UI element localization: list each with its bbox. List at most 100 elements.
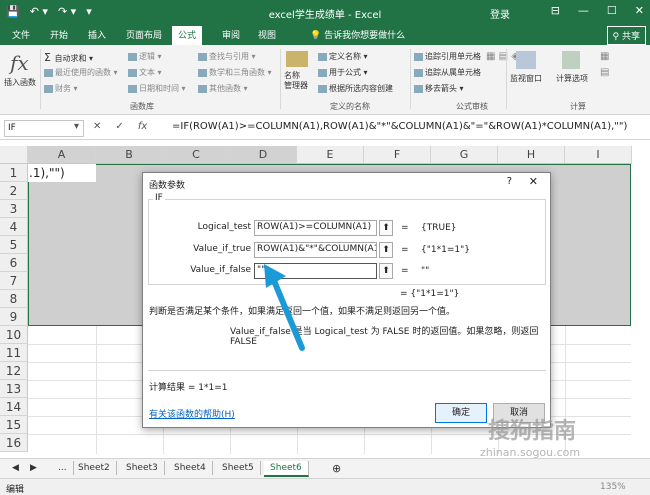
row-header[interactable]: 10	[0, 326, 28, 344]
next-sheet-icon[interactable]: ▶	[24, 461, 43, 475]
ok-button[interactable]: 确定	[435, 403, 487, 423]
more-icon	[198, 84, 207, 93]
zoom-level[interactable]: 135%	[600, 482, 626, 492]
row-header[interactable]: 14	[0, 398, 28, 416]
value-if-true-input[interactable]: ROW(A1)&"*"&COLUMN(A1)	[254, 242, 377, 258]
active-cell-a1[interactable]: .1),"")	[28, 164, 96, 182]
more-functions-button[interactable]: 其他函数 ▾	[198, 83, 248, 94]
watch-window-icon[interactable]	[516, 51, 536, 69]
arguments-group: IF Logical_test ROW(A1)>=COLUMN(A1) ⬆ = …	[148, 193, 546, 285]
row-header[interactable]: 8	[0, 290, 28, 308]
tab-file[interactable]: 文件	[12, 28, 30, 41]
row-header[interactable]: 6	[0, 254, 28, 272]
sheet-tab-sheet5[interactable]: Sheet5	[216, 461, 261, 475]
row-header[interactable]: 3	[0, 200, 28, 218]
calc-now-icon[interactable]: ▦	[600, 51, 609, 62]
window-buttons: ⊟ — ☐ ✕	[551, 4, 644, 17]
row-header[interactable]: 5	[0, 236, 28, 254]
insert-function-icon[interactable]: fx	[10, 51, 29, 75]
minimize-icon[interactable]: —	[578, 4, 589, 17]
help-icon[interactable]: ?	[507, 176, 512, 187]
equals-sign: =	[401, 266, 409, 276]
column-header[interactable]: C	[163, 146, 230, 164]
enter-icon[interactable]: ✓	[115, 121, 123, 132]
audit-extra-icons[interactable]: ▦ ▤ ◈	[486, 51, 519, 62]
collapse-dialog-icon[interactable]: ⬆	[379, 220, 393, 236]
watch-window-button[interactable]: 监视窗口	[510, 73, 542, 84]
logical-button[interactable]: 逻辑 ▾	[128, 51, 162, 62]
use-in-formula-button[interactable]: 用于公式 ▾	[318, 67, 368, 78]
row-header[interactable]: 9	[0, 308, 28, 326]
recent-functions-button[interactable]: 最近使用的函数 ▾	[44, 67, 118, 78]
formula-bar-icons: ▾ ✕ ✓ fx	[74, 121, 147, 132]
row-header[interactable]: 13	[0, 380, 28, 398]
column-header[interactable]: F	[364, 146, 431, 164]
sheet-tab-sheet2[interactable]: Sheet2	[72, 461, 117, 475]
logical-test-result: {TRUE}	[421, 223, 457, 233]
datetime-button[interactable]: 日期和时间 ▾	[128, 83, 186, 94]
name-box[interactable]: IF	[4, 120, 84, 137]
tab-formulas[interactable]: 公式	[172, 26, 203, 45]
close-window-icon[interactable]: ✕	[635, 4, 644, 17]
ribbon-display-icon[interactable]: ⊟	[551, 4, 560, 17]
prev-sheet-icon[interactable]: ◀	[6, 461, 25, 475]
column-header[interactable]: B	[96, 146, 163, 164]
row-header[interactable]: 7	[0, 272, 28, 290]
column-header[interactable]: I	[565, 146, 632, 164]
tab-review[interactable]: 审阅	[222, 28, 240, 41]
insert-function-button[interactable]: 插入函数	[4, 77, 36, 88]
select-all-corner[interactable]	[0, 146, 28, 164]
name-box-dropdown-icon[interactable]: ▾	[74, 121, 79, 132]
cancel-icon[interactable]: ✕	[93, 121, 101, 132]
calc-options-icon[interactable]	[562, 51, 580, 69]
remove-arrows-button[interactable]: 移去箭头 ▾	[414, 83, 464, 94]
trace-dependents-button[interactable]: 追踪从属单元格	[414, 67, 481, 78]
collapse-dialog-icon[interactable]: ⬆	[379, 242, 393, 258]
close-icon[interactable]: ✕	[529, 175, 538, 188]
arg-label-logical-test: Logical_test	[197, 222, 251, 232]
share-button[interactable]: ⚲ 共享	[606, 26, 646, 45]
tab-page-layout[interactable]: 页面布局	[126, 28, 162, 41]
row-header[interactable]: 12	[0, 362, 28, 380]
login-link[interactable]: 登录	[490, 6, 510, 21]
column-header[interactable]: D	[230, 146, 297, 164]
name-manager-icon[interactable]	[286, 51, 308, 67]
math-button[interactable]: 数学和三角函数 ▾	[198, 67, 272, 78]
tab-view[interactable]: 视图	[258, 28, 276, 41]
tell-me-search[interactable]: 💡 告诉我你想要做什么	[310, 28, 405, 41]
sheet-tab-sheet3[interactable]: Sheet3	[120, 461, 165, 475]
create-from-selection-button[interactable]: 根据所选内容创建	[318, 83, 393, 94]
column-header[interactable]: G	[431, 146, 498, 164]
help-link[interactable]: 有关该函数的帮助(H)	[149, 407, 235, 420]
sigma-icon: Σ	[44, 51, 55, 64]
sheet-tab-sheet6[interactable]: Sheet6	[264, 461, 309, 477]
calc-options-button[interactable]: 计算选项	[556, 73, 588, 84]
row-header[interactable]: 4	[0, 218, 28, 236]
column-header[interactable]: H	[498, 146, 565, 164]
sheet-tab-sheet4[interactable]: Sheet4	[168, 461, 213, 475]
name-manager-button[interactable]: 名称 管理器	[284, 71, 308, 91]
fx-icon[interactable]: fx	[138, 121, 147, 132]
row-header[interactable]: 2	[0, 182, 28, 200]
lookup-button[interactable]: 查找与引用 ▾	[198, 51, 256, 62]
autosum-button[interactable]: Σ 自动求和 ▾	[44, 51, 93, 64]
text-button[interactable]: 文本 ▾	[128, 67, 162, 78]
more-sheets-button[interactable]: ...	[52, 461, 74, 475]
logical-test-input[interactable]: ROW(A1)>=COLUMN(A1)	[254, 220, 377, 236]
trace-precedents-button[interactable]: 追踪引用单元格	[414, 51, 481, 62]
maximize-icon[interactable]: ☐	[607, 4, 617, 17]
row-header[interactable]: 15	[0, 416, 28, 434]
add-sheet-icon[interactable]: ⊕	[326, 460, 347, 477]
column-header[interactable]: E	[297, 146, 364, 164]
calc-sheet-icon[interactable]: ▤	[600, 67, 609, 78]
tab-insert[interactable]: 插入	[88, 28, 106, 41]
define-name-button[interactable]: 定义名称 ▾	[318, 51, 368, 62]
formula-input[interactable]: =IF(ROW(A1)>=COLUMN(A1),ROW(A1)&"*"&COLU…	[172, 121, 627, 132]
row-header[interactable]: 16	[0, 434, 28, 452]
financial-button[interactable]: 财务 ▾	[44, 83, 78, 94]
row-header[interactable]: 11	[0, 344, 28, 362]
tab-home[interactable]: 开始	[50, 28, 68, 41]
column-header[interactable]: A	[28, 146, 96, 164]
row-header[interactable]: 1	[0, 164, 28, 182]
collapse-dialog-icon[interactable]: ⬆	[379, 263, 393, 279]
